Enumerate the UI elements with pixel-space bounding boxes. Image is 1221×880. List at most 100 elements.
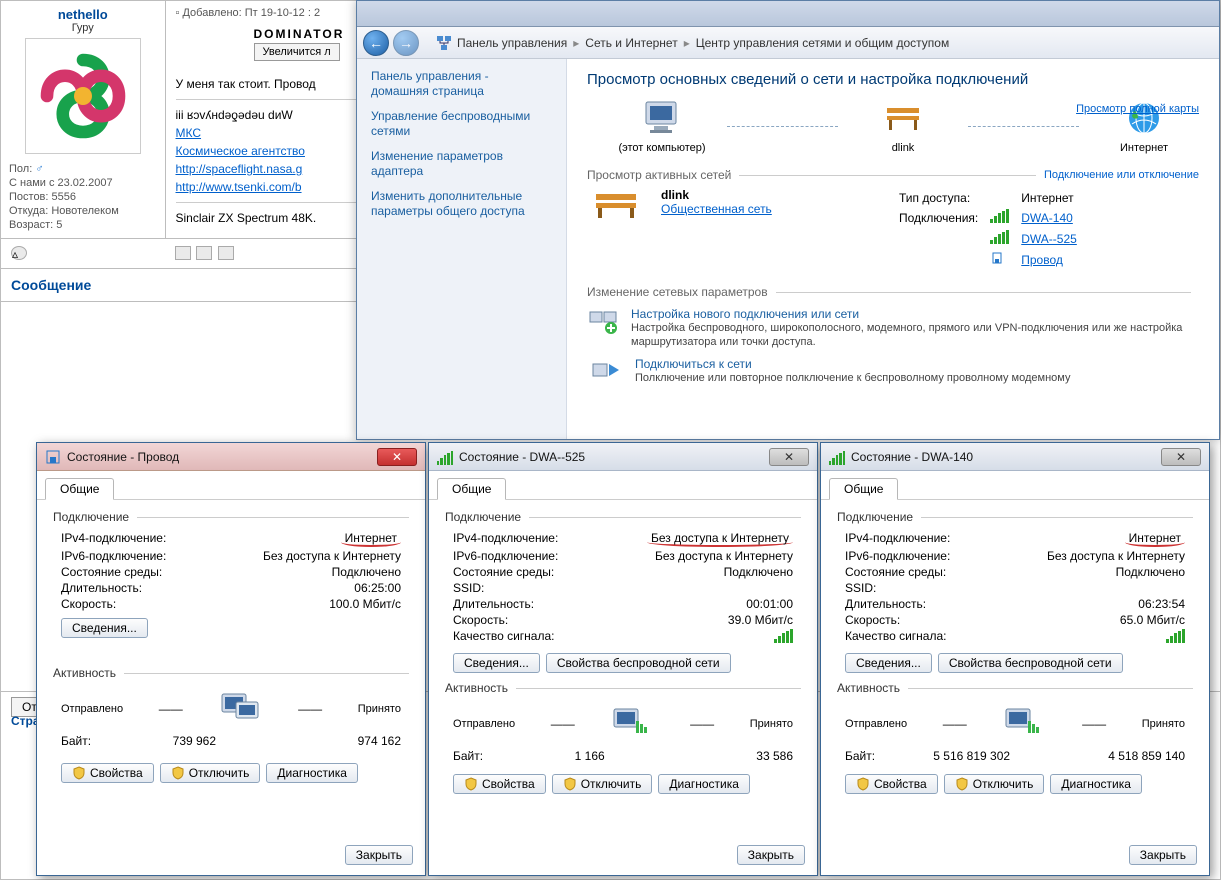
pm-icon[interactable] — [196, 246, 212, 260]
close-dialog-button[interactable]: Закрыть — [737, 845, 805, 865]
zoom-button[interactable]: Увеличится л — [254, 43, 340, 61]
disconnect-button[interactable]: Отключить — [160, 763, 261, 783]
dialog-title: Состояние - Провод — [67, 450, 179, 464]
active-network-entry: dlink Общественная сеть Тип доступа: Инт… — [587, 188, 1199, 271]
chevron-right-icon: ▸ — [571, 36, 581, 50]
shield-icon — [856, 777, 870, 791]
access-label: Тип доступа: — [899, 190, 988, 206]
wireless-props-button[interactable]: Свойства беспроводной сети — [546, 653, 731, 673]
crumb[interactable]: Центр управления сетями и общим доступом — [696, 36, 950, 50]
bytes-sent: 1 166 — [483, 749, 696, 763]
access-value: Интернет — [1021, 190, 1087, 206]
dialog-titlebar[interactable]: Состояние - Провод ✕ — [37, 443, 425, 471]
close-button[interactable]: ✕ — [769, 448, 809, 466]
up-icon[interactable]: ▵ — [11, 246, 27, 260]
close-button[interactable]: ✕ — [377, 448, 417, 466]
details-button[interactable]: Сведения... — [845, 653, 932, 673]
connect-disconnect-link[interactable]: Подключение или отключение — [1044, 169, 1199, 181]
dialog-titlebar[interactable]: Состояние - DWA-140 ✕ — [821, 443, 1209, 471]
bytes-sent: 5 516 819 302 — [875, 749, 1068, 763]
joined: С нами с 23.02.2007 — [9, 176, 157, 190]
diagnose-button[interactable]: Диагностика — [266, 763, 358, 783]
sig-link[interactable]: http://spaceflight.nasa.g — [176, 162, 303, 176]
forum-nick: nethello — [9, 7, 157, 22]
bytes-recv: 974 162 — [358, 734, 401, 748]
dialog-titlebar[interactable]: Состояние - DWA--525 ✕ — [429, 443, 817, 471]
shield-icon — [955, 777, 969, 791]
disconnect-button[interactable]: Отключить — [944, 774, 1045, 794]
diagnose-button[interactable]: Диагностика — [1050, 774, 1142, 794]
from: Откуда: Новотелеком — [9, 204, 157, 218]
close-button[interactable]: ✕ — [1161, 448, 1201, 466]
connection-link[interactable]: DWA-140 — [1021, 211, 1073, 225]
signal-icon — [829, 449, 845, 465]
properties-button[interactable]: Свойства — [453, 774, 546, 794]
explorer-navbar: ← → Панель управления ▸ Сеть и Интернет … — [357, 27, 1219, 59]
dash-icon: —— — [690, 717, 714, 731]
close-dialog-button[interactable]: Закрыть — [345, 845, 413, 865]
network-center-window: ← → Панель управления ▸ Сеть и Интернет … — [356, 0, 1220, 440]
connections-label: Подключения: — [899, 208, 988, 227]
signal-icon — [1166, 629, 1185, 643]
network-name: dlink — [661, 188, 881, 202]
details-button[interactable]: Сведения... — [453, 653, 540, 673]
map-pc-label: (этот компьютер) — [607, 142, 717, 154]
dash-icon: —— — [943, 717, 967, 731]
sig-link[interactable]: http://www.tsenki.com/b — [176, 180, 302, 194]
forum-profile: nethello Гуру Пол: ♂ С нами с 23.02.2007… — [1, 1, 165, 239]
diagnose-button[interactable]: Диагностика — [658, 774, 750, 794]
properties-button[interactable]: Свойства — [845, 774, 938, 794]
dash-icon: —— — [159, 702, 183, 716]
network-connect-icon — [589, 358, 621, 386]
sidebar-home[interactable]: Панель управления -домашняя страница — [371, 69, 552, 99]
details-button[interactable]: Сведения... — [61, 618, 148, 638]
nav-fwd-button[interactable]: → — [393, 30, 419, 56]
crumb[interactable]: Сеть и Интернет — [585, 36, 677, 50]
sidebar-share[interactable]: Изменить дополнительные параметры общего… — [371, 189, 552, 219]
tab-general[interactable]: Общие — [437, 478, 506, 500]
param-item-new[interactable]: Настройка нового подключения или сетиНас… — [587, 307, 1199, 349]
signal-icon — [774, 629, 793, 643]
highlighted-value: Интернет — [341, 531, 401, 547]
shield-icon — [171, 766, 185, 780]
param-item-connect[interactable]: Подключиться к сетиПолключение или повто… — [587, 357, 1199, 387]
dialog-title: Состояние - DWA--525 — [459, 450, 585, 464]
highlighted-value: Без доступа к Интернету — [647, 531, 793, 547]
profile-icon[interactable] — [175, 246, 191, 260]
dash-icon: —— — [551, 717, 575, 731]
sidebar-wlan[interactable]: Управление беспроводными сетями — [371, 109, 552, 139]
monitors-icon — [1002, 705, 1046, 739]
bytes-recv: 33 586 — [756, 749, 793, 763]
disconnect-button[interactable]: Отключить — [552, 774, 653, 794]
forum-rank: Гуру — [9, 22, 157, 34]
connection-link[interactable]: Провод — [1021, 253, 1063, 267]
explorer-titlebar[interactable] — [357, 1, 1219, 27]
ethernet-icon — [990, 251, 1004, 265]
close-dialog-button[interactable]: Закрыть — [1129, 845, 1197, 865]
network-add-icon — [587, 308, 619, 336]
tab-general[interactable]: Общие — [45, 478, 114, 500]
nav-back-button[interactable]: ← — [363, 30, 389, 56]
signal-icon — [990, 230, 1009, 244]
ethernet-icon — [45, 449, 61, 465]
status-dialog-provod: Состояние - Провод ✕ Общие Подключение I… — [36, 442, 426, 876]
gender-label: Пол: — [9, 163, 32, 175]
crumb[interactable]: Панель управления — [457, 36, 567, 50]
bytes-recv: 4 518 859 140 — [1108, 749, 1185, 763]
bytes-sent: 739 962 — [91, 734, 298, 748]
sig-link[interactable]: Космическое агентство — [176, 144, 305, 158]
email-icon[interactable] — [218, 246, 234, 260]
status-dialog-dwa525: Состояние - DWA--525 ✕ Общие Подключение… — [428, 442, 818, 876]
wireless-props-button[interactable]: Свойства беспроводной сети — [938, 653, 1123, 673]
properties-button[interactable]: Свойства — [61, 763, 154, 783]
network-icon — [435, 34, 453, 52]
view-full-map-link[interactable]: Просмотр полной карты — [1076, 103, 1199, 115]
bench-icon — [592, 188, 640, 222]
chevron-right-icon: ▸ — [682, 36, 692, 50]
monitors-icon — [218, 690, 262, 724]
sig-link[interactable]: МКС — [176, 126, 202, 140]
tab-general[interactable]: Общие — [829, 478, 898, 500]
sidebar-adapter[interactable]: Изменение параметров адаптера — [371, 149, 552, 179]
connection-link[interactable]: DWA--525 — [1021, 232, 1077, 246]
network-type-link[interactable]: Общественная сеть — [661, 202, 772, 216]
